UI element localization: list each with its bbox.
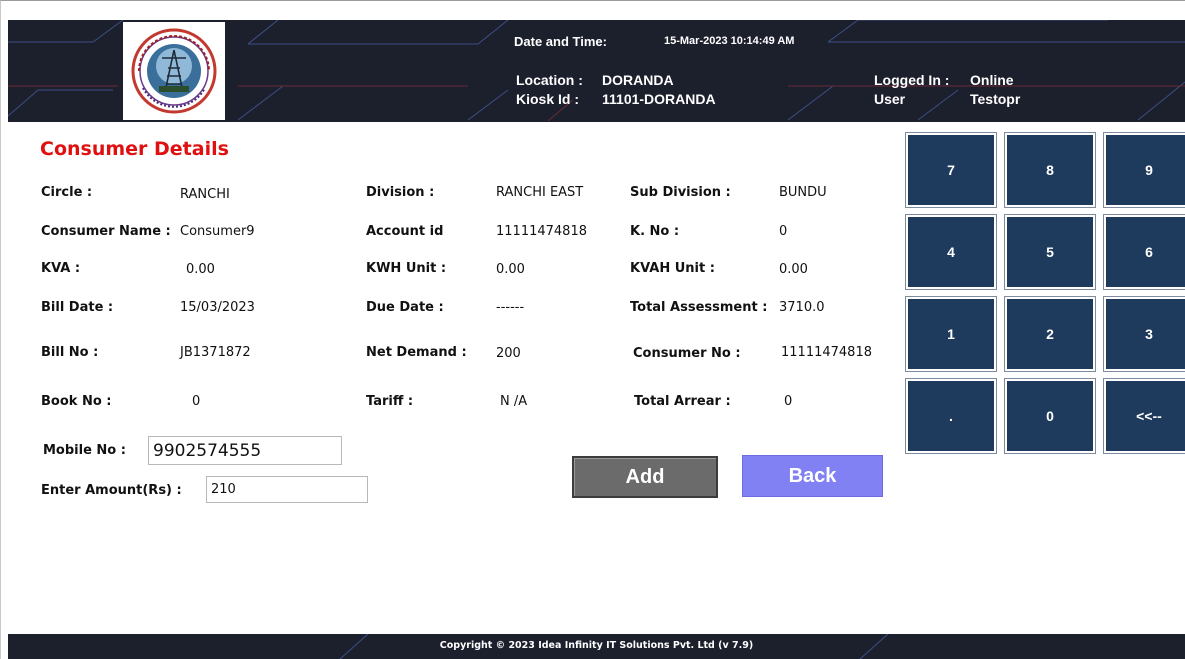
tariff-value: N /A [500, 394, 528, 409]
keypad-key-3[interactable]: 3 [1103, 296, 1185, 372]
account-id-label: Account id [366, 224, 444, 239]
division-value: RANCHI EAST [496, 185, 584, 200]
logged-in-label: Logged In : [874, 72, 950, 88]
user-label: User [874, 91, 906, 107]
header-bar: Date and Time: 15-Mar-2023 10:14:49 AM L… [8, 20, 1185, 122]
keypad-key-8[interactable]: 8 [1004, 132, 1096, 208]
book-no-label: Book No : [41, 394, 112, 409]
keypad-key-7[interactable]: 7 [905, 132, 997, 208]
bill-no-label: Bill No : [41, 345, 99, 360]
page-title: Consumer Details [40, 138, 229, 160]
keypad-key-1[interactable]: 1 [905, 296, 997, 372]
consumer-name-label: Consumer Name : [41, 224, 171, 239]
total-arrear-label: Total Arrear : [634, 394, 731, 409]
kvah-unit-value: 0.00 [779, 262, 808, 277]
bill-date-label: Bill Date : [41, 300, 114, 315]
jbvnl-emblem-logo [131, 28, 217, 114]
keypad-key-9[interactable]: 9 [1103, 132, 1185, 208]
date-time-value: 15-Mar-2023 10:14:49 AM [664, 35, 795, 47]
net-demand-label: Net Demand : [366, 345, 467, 360]
kiosk-id-value: 11101-DORANDA [602, 91, 716, 107]
consumer-name-value: Consumer9 [180, 224, 255, 239]
k-no-label: K. No : [630, 224, 680, 239]
company-logo [123, 22, 225, 120]
consumer-no-label: Consumer No : [633, 346, 741, 361]
keypad-backspace-key[interactable]: <<-- [1103, 378, 1185, 454]
amount-input[interactable] [206, 476, 368, 503]
enter-amount-label: Enter Amount(Rs) : [41, 483, 182, 498]
keypad-key-4[interactable]: 4 [905, 214, 997, 290]
mobile-no-label: Mobile No : [43, 443, 126, 458]
kwh-unit-value: 0.00 [496, 262, 525, 277]
kwh-unit-label: KWH Unit : [366, 261, 447, 276]
user-value: Testopr [970, 91, 1021, 107]
location-value: DORANDA [602, 72, 674, 88]
keypad-key-5[interactable]: 5 [1004, 214, 1096, 290]
total-arrear-value: 0 [784, 394, 793, 409]
kvah-unit-label: KVAH Unit : [630, 261, 715, 276]
keypad-key-2[interactable]: 2 [1004, 296, 1096, 372]
bill-no-value: JB1371872 [180, 345, 251, 360]
total-assessment-label: Total Assessment : [630, 300, 768, 315]
tariff-label: Tariff : [366, 394, 414, 409]
account-id-value: 11111474818 [496, 224, 587, 239]
logged-in-value: Online [970, 72, 1014, 88]
location-label: Location : [516, 72, 583, 88]
book-no-value: 0 [192, 394, 201, 409]
kva-value: 0.00 [186, 262, 215, 277]
copyright-text: Copyright © 2023 Idea Infinity IT Soluti… [439, 640, 754, 651]
keypad-key-dot[interactable]: . [905, 378, 997, 454]
keypad-key-6[interactable]: 6 [1103, 214, 1185, 290]
circle-label: Circle : [41, 185, 93, 200]
consumer-no-value: 11111474818 [781, 345, 872, 360]
due-date-label: Due Date : [366, 300, 444, 315]
keypad-key-0[interactable]: 0 [1004, 378, 1096, 454]
division-label: Division : [366, 185, 435, 200]
kva-label: KVA : [41, 261, 81, 276]
total-assessment-value: 3710.0 [779, 300, 825, 315]
net-demand-value: 200 [496, 346, 521, 361]
add-button[interactable]: Add [572, 456, 718, 498]
circle-value: RANCHI [180, 187, 230, 202]
sub-division-label: Sub Division : [630, 185, 731, 200]
k-no-value: 0 [779, 224, 788, 239]
mobile-no-input[interactable] [148, 436, 342, 465]
bill-date-value: 15/03/2023 [180, 300, 255, 315]
date-time-label: Date and Time: [514, 34, 607, 49]
sub-division-value: BUNDU [779, 185, 827, 200]
footer-bar: Copyright © 2023 Idea Infinity IT Soluti… [8, 634, 1185, 659]
back-button[interactable]: Back [742, 455, 883, 497]
due-date-value: ------ [496, 300, 525, 315]
kiosk-id-label: Kiosk Id : [516, 91, 580, 107]
